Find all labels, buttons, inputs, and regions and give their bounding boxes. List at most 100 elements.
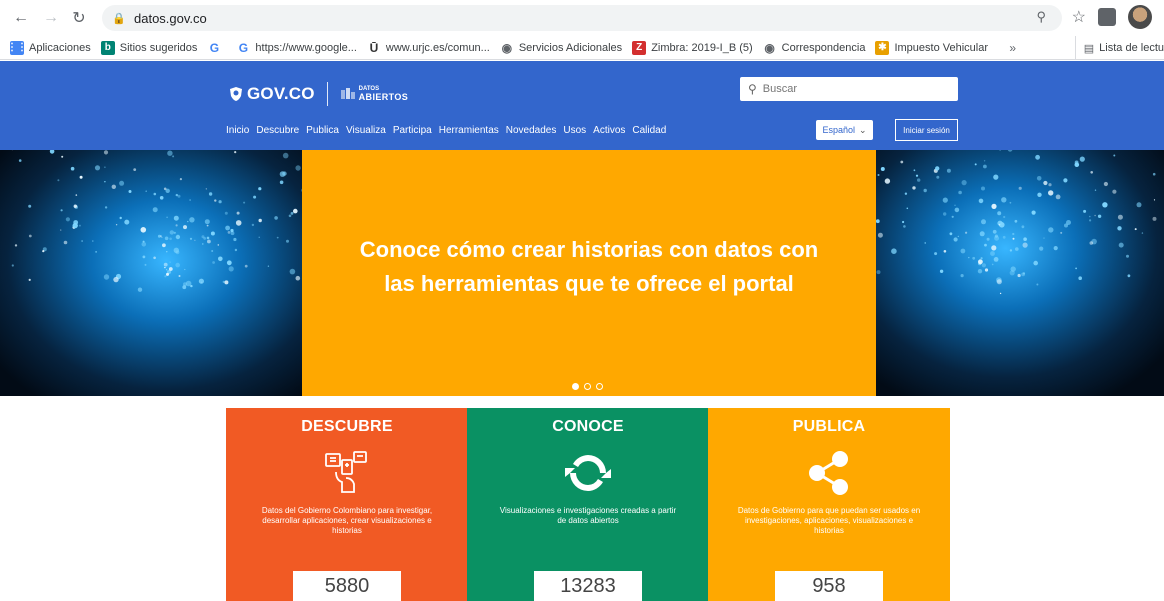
fiber-light [163,262,168,267]
bookmark-item[interactable]: ◉ Servicios Adicionales [500,41,623,55]
fiber-light [258,187,262,191]
card-publica[interactable]: PUBLICA Datos de Gobierno para que pueda… [708,408,950,601]
bookmarks-bar: ⋮⋮ Aplicaciones b Sitios sugeridos G Ghttps:/… [0,36,1164,60]
language-select[interactable]: Español ⌄ [816,120,873,140]
card-descubre[interactable]: DESCUBRE Datos del Gobierno Colombiano p… [226,408,468,601]
address-url[interactable]: datos.gov.co [134,11,207,26]
fiber-light [230,228,234,233]
card-conoce[interactable]: CONOCE Visualizaciones e investigaciones… [467,408,709,601]
fiber-light [152,207,158,213]
google-icon: G [209,40,220,55]
fiber-light [1017,273,1021,278]
fiber-light [234,248,238,252]
reading-list-button[interactable]: ▤ Lista de lectu [1074,36,1164,60]
fiber-light [276,236,279,239]
fiber-light [189,217,195,223]
bookmark-item[interactable]: ◉ Correspondencia [763,40,866,55]
carousel-dot[interactable] [596,383,603,390]
bookmark-label: Correspondencia [781,41,866,54]
fiber-light [972,256,976,260]
datos-abiertos-wordmark: DATOS ABIERTOS [359,86,409,102]
address-bar[interactable]: 🔒 datos.gov.co ⚲ [102,5,1062,31]
nav-item-novedades[interactable]: Novedades [506,125,557,136]
fiber-light [979,231,985,237]
bookmark-item[interactable]: ✱ Impuesto Vehicular [875,40,988,55]
nav-item-calidad[interactable]: Calidad [632,125,666,136]
bookmark-item[interactable]: Ghttps://www.google... [236,41,357,55]
fiber-light [880,167,885,171]
fiber-light [943,212,947,216]
nav-item-usos[interactable]: Usos [563,125,586,136]
fiber-light [159,196,164,200]
fiber-light [164,275,167,278]
fiber-light [1094,214,1096,217]
fiber-light [1097,214,1102,218]
bookmark-label: https://www.google... [255,41,357,54]
fiber-light [73,204,78,208]
nav-item-visualiza[interactable]: Visualiza [346,125,386,136]
fiber-light [935,166,940,171]
fiber-light [1043,237,1045,239]
fiber-light [999,292,1002,295]
fiber-light [884,178,891,184]
bookmark-item[interactable]: G [207,41,226,55]
hero-slide[interactable]: Conoce cómo crear historias con datos co… [302,150,876,396]
nav-item-participa[interactable]: Participa [393,125,432,136]
fiber-light [983,164,987,169]
fiber-light [924,242,926,244]
fiber-light [877,232,883,238]
back-icon[interactable]: ← [10,7,32,29]
fiber-light [70,166,75,171]
fiber-light [258,218,262,223]
fiber-light [997,211,1002,216]
fiber-light [218,256,223,262]
fiber-light [1066,220,1071,225]
fiber-light [168,267,173,271]
search-input[interactable] [762,83,943,95]
fiber-light [949,232,953,236]
nav-item-herramientas[interactable]: Herramientas [439,125,499,136]
card-count: 958 [775,571,883,601]
carousel-dot[interactable] [584,383,591,390]
login-button[interactable]: Iniciar sesión [895,119,958,141]
fiber-light [877,174,880,176]
bookmark-label: www.urjc.es/comun... [385,41,490,54]
profile-avatar[interactable] [1128,5,1152,29]
carousel-dot[interactable] [572,383,579,390]
fiber-light [267,265,270,267]
fiber-light [990,251,995,256]
site-header: GOV.CO DATOS ABIERTOS ⚲ Inicio Descubre Pu… [0,61,1164,150]
fiber-light [1003,215,1006,219]
nav-item-activos[interactable]: Activos [593,125,625,136]
nav-item-descubre[interactable]: Descubre [256,125,299,136]
bookmark-item[interactable]: Ūwww.urjc.es/comun... [367,41,490,55]
fiber-light [104,166,106,168]
fiber-light [913,169,916,172]
fiber-light [144,263,147,266]
fiber-light [95,251,97,253]
fiber-light [993,257,999,262]
fiber-light [1118,242,1124,248]
globe-icon: ◉ [764,40,775,55]
bookmarks-overflow-icon[interactable]: » [1009,41,1016,55]
site-search[interactable]: ⚲ [740,77,958,101]
bookmark-item[interactable]: Z Zimbra: 2019-I_B (5) [632,40,753,55]
nav-item-publica[interactable]: Publica [306,125,339,136]
fiber-light [119,216,122,220]
fiber-light [1152,216,1157,221]
nav-item-inicio[interactable]: Inicio [226,125,249,136]
bookmark-item[interactable]: b Sitios sugeridos [100,40,197,55]
reading-list-label: Lista de lectu [1099,42,1164,54]
zoom-icon[interactable]: ⚲ [1036,9,1046,25]
hero-title: Conoce cómo crear historias con datos co… [359,237,819,296]
bookmark-star-icon[interactable]: ☆ [1072,7,1086,27]
devices-icon [325,451,367,493]
card-description: Visualizaciones e investigaciones creada… [499,506,677,525]
fiber-light [1012,237,1015,240]
fiber-light [153,256,156,260]
forward-icon[interactable]: → [40,7,62,29]
bookmark-item[interactable]: ⋮⋮ Aplicaciones [7,40,91,55]
extensions-icon[interactable] [1098,8,1116,26]
brand-logo[interactable]: GOV.CO DATOS ABIERTOS [229,82,408,106]
reload-icon[interactable]: ↻ [68,7,90,29]
